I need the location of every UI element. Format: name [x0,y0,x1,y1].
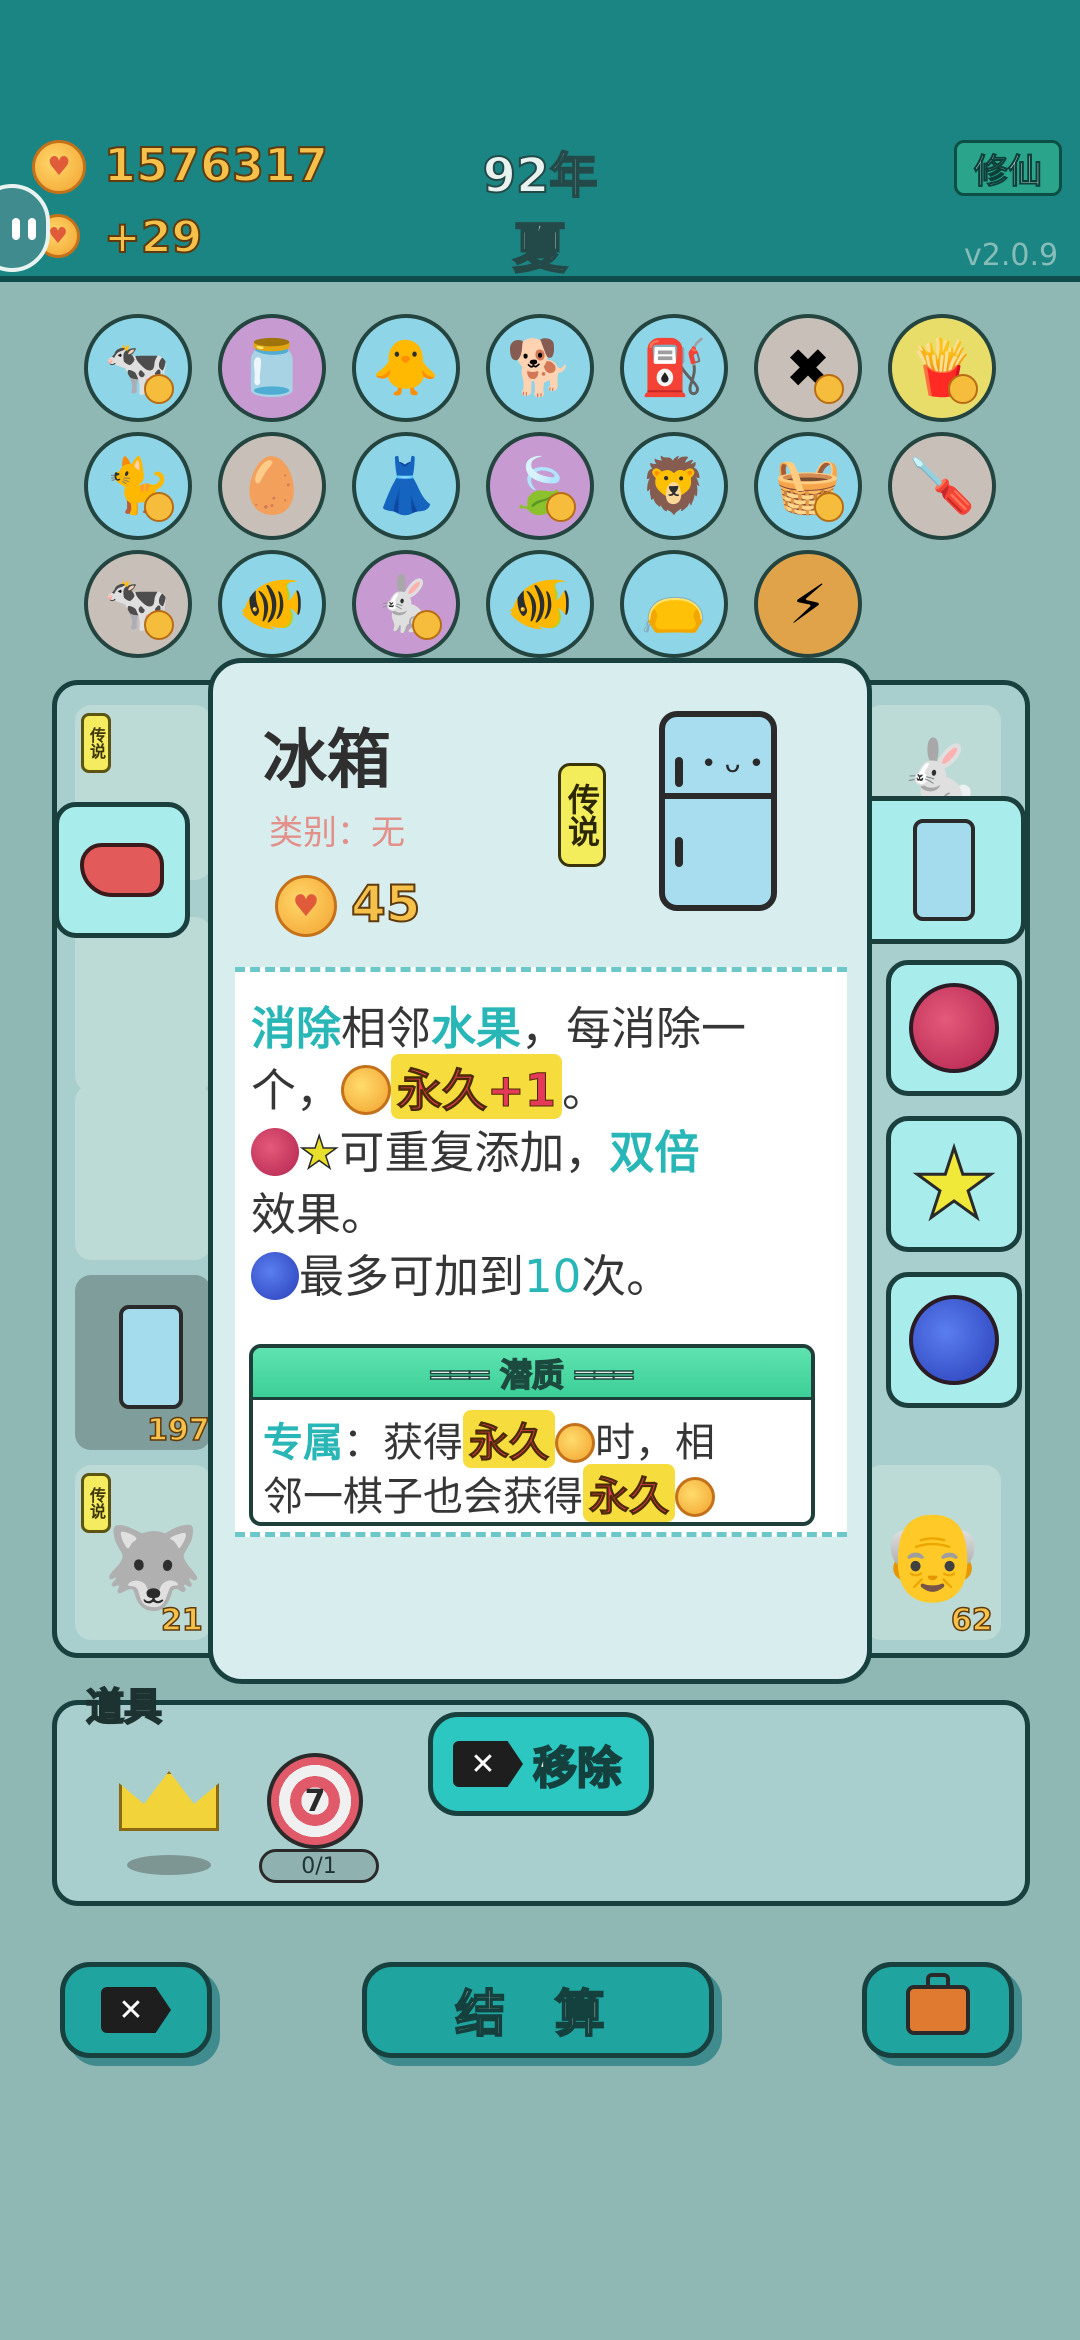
husky-icon: 🐺 [103,1521,203,1614]
x-tag-icon: ✕ [453,1741,523,1787]
slot-milk-jar-icon[interactable]: 🫙 [218,314,326,422]
blueberry-button[interactable] [886,1272,1022,1408]
star-icon: ★ [909,1128,998,1240]
discard-button[interactable]: ✕ [60,1962,212,2058]
x-tag-icon: ✕ [101,1987,171,2033]
tile-number: 21 [160,1602,203,1639]
slot-egg-tray-icon[interactable]: 🥚 [218,432,326,540]
item-title: 冰箱 [263,724,391,798]
description-box: 消除相邻水果，每消除一 个， 永久+1。 ★可重复添加，双倍 效果。 最多可加到1… [235,967,847,1537]
heart-coin-icon: ♥ [275,875,337,937]
liver-button[interactable] [54,802,190,938]
fridge-icon [912,819,975,921]
liver-icon [80,843,164,897]
remove-button[interactable]: ✕ 移除 [428,1712,654,1816]
slot-skirt-icon[interactable]: 👗 [352,432,460,540]
fridge-tab-button[interactable] [866,796,1026,944]
potential-box: ═══ 潜质 ═══ 专属：获得 永久 时，相 邻一棋子也会获得 永久 [249,1344,815,1526]
slot-fishbowl-icon[interactable]: 🐠 [218,550,326,658]
top-bar: ♥ 1576317 ♥ +29 92年 夏 修仙 v2.0.9 [0,0,1080,282]
coin-total: 1576317 [103,137,329,193]
slot-fishbowl-icon[interactable]: 🐠 [486,550,594,658]
heart-coin-icon [675,1477,715,1517]
legend-badge: 传说 [81,713,111,773]
slot-lightning-icon[interactable]: ⚡ [754,550,862,658]
slot-cows-icon[interactable]: 🐄 [84,314,192,422]
board-tile[interactable]: 👴 62 [865,1465,1001,1640]
desc-line-3: ★可重复添加，双倍 [251,1116,699,1181]
xiuxian-button[interactable]: 修仙 [954,140,1062,196]
dart-count: 0/1 [259,1849,379,1883]
slot-cool-dog-icon[interactable]: 🐕 [486,314,594,422]
desc-line-1: 消除相邻水果，每消除一 [251,1002,747,1055]
slot-screwdriver-icon[interactable]: 🪛 [888,432,996,540]
heart-coin-icon [555,1423,595,1463]
tile-number: 197 [146,1412,210,1449]
desc-line-2: 个， 永久+1。 [251,1054,607,1119]
legend-tag: 传说 [558,763,606,867]
potential-line-2: 邻一棋子也会获得 永久 [263,1464,715,1522]
crown-icon[interactable] [119,1771,219,1831]
slot-remove-tag-icon[interactable]: ✖ [754,314,862,422]
briefcase-button[interactable] [862,1962,1014,2058]
grandpa-icon: 👴 [879,1506,987,1606]
slot-sack-icon[interactable]: 👝 [620,550,728,658]
fridge-icon [119,1305,183,1409]
settle-button[interactable]: 结 算 [362,1962,714,2058]
board-tile[interactable]: 197 [75,1275,211,1450]
settle-label: 结 算 [454,1984,621,2044]
slot-cat-icon[interactable]: 🐈 [84,432,192,540]
blueberry-icon [909,1295,999,1385]
tile-number: 62 [950,1602,993,1639]
slot-pump-icon[interactable]: ⛽ [620,314,728,422]
item-category: 类别：无 [269,813,405,853]
item-detail-modal: 冰箱 类别：无 传说 • ᴗ • ♥ 45 消除相邻水果，每消除一 个， 永久+1… [208,658,872,1684]
dartboard-icon[interactable]: 7 [267,1753,363,1849]
lychee-icon [909,983,999,1073]
slot-lion-icon[interactable]: 🦁 [620,432,728,540]
fridge-icon: • ᴗ • [659,711,777,911]
slot-chick-icon[interactable]: 🐥 [352,314,460,422]
board-tile[interactable] [75,917,211,1092]
slot-cows-icon[interactable]: 🐄 [84,550,192,658]
version-label: v2.0.9 [964,238,1059,273]
board-tile[interactable]: 传说 🐺 21 [75,1465,211,1640]
lychee-icon [251,1128,299,1176]
heart-coin-icon [341,1065,392,1115]
desc-line-4: 效果。 [251,1188,387,1241]
briefcase-icon [906,1973,970,2035]
coin-income: +29 [103,211,203,264]
desc-line-5: 最多可加到10次。 [251,1240,671,1305]
heart-coin-icon: ♥ [32,140,86,194]
season-label: 夏 [512,216,568,281]
slot-leaf-icon[interactable]: 🍃 [486,432,594,540]
remove-label: 移除 [532,1742,622,1795]
item-coin-value: 45 [350,874,422,934]
slot-fruit-basket-icon[interactable]: 🧺 [754,432,862,540]
lychee-button[interactable] [886,960,1022,1096]
slot-rabbit-icon[interactable]: 🐇 [352,550,460,658]
items-label: 道具 [85,1684,163,1730]
crown-shadow [127,1855,211,1875]
star-button[interactable]: ★ [886,1116,1022,1252]
board-tile[interactable] [75,1085,211,1260]
year-label: 92年 [482,147,599,205]
blueberry-icon [251,1252,299,1300]
potential-heading: ═══ 潜质 ═══ [253,1348,811,1400]
potential-line-1: 专属：获得 永久 时，相 [263,1410,715,1468]
slot-fries-icon[interactable]: 🍟 [888,314,996,422]
star-icon: ★ [298,1125,340,1180]
